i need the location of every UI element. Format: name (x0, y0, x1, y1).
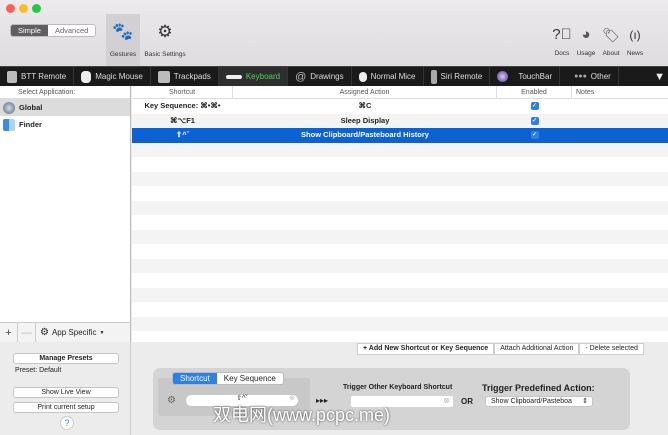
tab-siri-remote[interactable]: Siri Remote (424, 66, 491, 87)
tab-keyboard[interactable]: Keyboard (218, 66, 289, 87)
app-item-global[interactable]: Global (0, 99, 130, 116)
news-button[interactable]: (ı) News (624, 25, 646, 57)
column-enabled[interactable]: Enabled (497, 86, 572, 98)
preset-label: Preset: Default (15, 367, 62, 374)
tab-normal-mice[interactable]: Normal Mice (352, 66, 424, 87)
column-notes[interactable]: Notes (572, 86, 668, 98)
enabled-checkbox[interactable]: ✓ (530, 116, 539, 125)
minimize-button[interactable] (19, 4, 28, 13)
notes-cell (572, 128, 668, 143)
gear-icon[interactable]: ⚙ (167, 395, 176, 406)
enabled-cell: ✓ (497, 114, 572, 129)
app-item-finder[interactable]: Finder (0, 116, 130, 133)
trackpad-icon (157, 70, 170, 83)
mode-advanced[interactable]: Advanced (47, 25, 96, 36)
table-row-selected[interactable]: ⇧^ˇ Show Clipboard/Pasteboard History ✓ (132, 128, 668, 143)
add-shortcut-button[interactable]: + Add New Shortcut or Key Sequence (357, 343, 495, 355)
predefined-action-select[interactable]: Show Clipboard/Pasteboa ⇕ (485, 396, 593, 407)
shortcut-cell: Key Sequence: ⌘•⌘• (144, 101, 221, 110)
select-arrows-icon: ⇕ (582, 398, 588, 405)
show-live-view-button[interactable]: Show Live View (13, 387, 119, 398)
about-button[interactable]: 🏷 About (599, 25, 623, 57)
action-cell: Sleep Display (340, 115, 390, 125)
empty-rows (132, 142, 668, 331)
tab-key-sequence[interactable]: Key Sequence (216, 373, 283, 384)
remote-icon (7, 70, 17, 83)
remove-app-button[interactable]: — (18, 322, 36, 343)
enabled-checkbox[interactable]: ✓ (530, 131, 539, 140)
mouse-icon (81, 70, 92, 83)
notes-cell (572, 99, 668, 114)
toolbar: Simple Advanced 🐾 Gestures ⚙ Basic Setti… (0, 0, 668, 66)
gestures-button[interactable]: 🐾 Gestures (106, 14, 140, 66)
or-label: OR (461, 397, 473, 406)
tab-magic-mouse[interactable]: Magic Mouse (74, 66, 151, 87)
help-button[interactable]: ? (60, 416, 74, 430)
docs-button[interactable]: ?⃝ Docs (552, 25, 572, 57)
mode-simple[interactable]: Simple (11, 25, 48, 36)
action-cell: ⌘C (358, 101, 372, 110)
enabled-checkbox[interactable]: ✓ (530, 102, 539, 111)
trigger-predefined-label: Trigger Predefined Action: (482, 383, 595, 393)
globe-icon (3, 101, 15, 114)
print-setup-button[interactable]: Print current setup (13, 402, 119, 413)
preset-panel: Manage Presets Preset: Default Show Live… (0, 342, 131, 435)
manage-presets-button[interactable]: Manage Presets (13, 353, 119, 364)
trigger-other-label: Trigger Other Keyboard Shortcut (343, 384, 453, 391)
sidebar-toolbar: + — ⚙ App Specific ▼ (0, 322, 131, 343)
notes-cell (572, 114, 668, 129)
shortcut-cell: ⇧^ˇ (175, 130, 190, 139)
touchbar-icon (497, 71, 509, 82)
dropdown-icon: ▼ (99, 329, 105, 336)
enabled-cell: ✓ (497, 128, 572, 143)
delete-selected-button[interactable]: - Delete selected (579, 343, 644, 355)
shortcut-cell: ⌘⌥F1 (170, 115, 195, 125)
gear-icon: ⚙ (157, 22, 173, 41)
app-specific-menu[interactable]: ⚙ App Specific ▼ (36, 327, 104, 338)
pie-chart-icon: ◕ (581, 26, 591, 43)
paw-icon: 🐾 (112, 22, 134, 41)
tab-other[interactable]: ●●● Other (560, 66, 619, 87)
clear-icon[interactable]: ⊗ (443, 396, 450, 405)
dots-icon: ●●● (574, 73, 587, 80)
enabled-cell: ✓ (497, 99, 572, 114)
mouse-icon (358, 71, 367, 82)
finder-icon (3, 118, 15, 131)
column-action[interactable]: Assigned Action (233, 86, 497, 98)
antenna-icon: (ı) (629, 28, 641, 42)
gear-icon: ⚙ (40, 327, 49, 338)
attach-action-button[interactable]: Attach Additional Action (494, 343, 580, 355)
recorder-mode-tabs: Shortcut Key Sequence (172, 372, 284, 385)
column-shortcut[interactable]: Shortcut (132, 86, 233, 98)
keyboard-icon (225, 74, 242, 79)
table-body: Key Sequence: ⌘•⌘• ⌘C ✓ ⌘⌥F1 Sleep Display ✓… (132, 99, 668, 331)
action-cell: Show Clipboard/Pasteboard History (301, 130, 429, 139)
usage-button[interactable]: ◕ Usage (574, 25, 598, 57)
device-tabs: BTT Remote Magic Mouse Trackpads Keyboar… (0, 66, 668, 87)
more-tabs-icon[interactable]: ▼ (654, 71, 665, 83)
tab-trackpads[interactable]: Trackpads (151, 66, 219, 87)
sidebar-header: Select Application: (0, 86, 130, 99)
tab-touchbar[interactable]: TouchBar (490, 66, 561, 87)
close-button[interactable] (6, 4, 15, 13)
spiral-icon: @ (295, 70, 307, 83)
tag-icon: 🏷 (602, 27, 620, 43)
table-header: Shortcut Assigned Action Enabled Notes (132, 86, 668, 99)
tab-btt-remote[interactable]: BTT Remote (0, 66, 75, 87)
table-row[interactable]: ⌘⌥F1 Sleep Display ✓ (132, 113, 668, 129)
table-row[interactable]: Key Sequence: ⌘•⌘• ⌘C ✓ (132, 99, 668, 114)
basic-settings-button[interactable]: ⚙ Basic Settings (142, 22, 188, 58)
shortcuts-table: Shortcut Assigned Action Enabled Notes K… (132, 86, 668, 342)
question-icon: ?⃝ (552, 26, 572, 43)
watermark: 双电网(www.pcpc.me) (213, 405, 391, 425)
tab-shortcut[interactable]: Shortcut (173, 373, 217, 384)
mode-toggle[interactable]: Simple Advanced (10, 24, 97, 37)
table-actions: + Add New Shortcut or Key Sequence Attac… (357, 343, 644, 355)
zoom-button[interactable] (32, 4, 41, 13)
tab-drawings[interactable]: @ Drawings (288, 66, 352, 87)
add-app-button[interactable]: + (0, 322, 18, 343)
siri-remote-icon (430, 69, 437, 84)
app-sidebar: Select Application: Global Finder (0, 86, 131, 322)
